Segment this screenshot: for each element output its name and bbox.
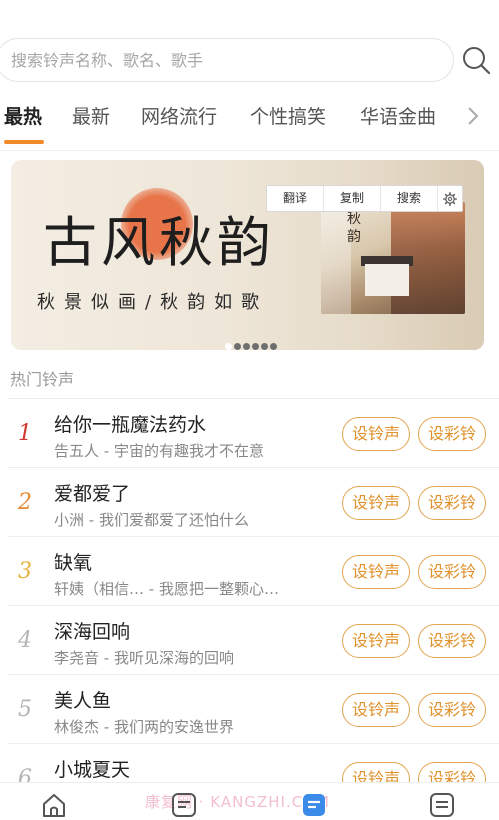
selection-toolbar: 翻译 复制 搜索 (266, 185, 463, 212)
rank-number: 5 (18, 697, 32, 722)
song-artist-lyric: 林俊杰 - 我们两的安逸世界 (54, 718, 234, 736)
song-title: 给你一瓶魔法药水 (54, 414, 207, 436)
search-button[interactable]: 搜索 (381, 186, 438, 211)
set-ringtone-button[interactable]: 设铃声 (342, 624, 410, 658)
carousel-dot[interactable] (225, 343, 232, 350)
document-icon[interactable] (428, 791, 456, 819)
active-tab-indicator (4, 140, 44, 144)
rank-number: 2 (18, 490, 32, 515)
tabs-divider (0, 150, 499, 151)
carousel-dot[interactable] (270, 343, 277, 350)
song-title: 小城夏天 (54, 759, 131, 781)
song-title: 美人鱼 (54, 690, 112, 712)
section-title: 热门铃声 (10, 370, 75, 389)
carousel-indicator (225, 335, 279, 350)
list-item[interactable]: 2 爱都爱了 小洲 - 我们爱都爱了还怕什么 设铃声 设彩铃 (8, 467, 499, 536)
category-tabs: 最热 最新 网络流行 个性搞笑 华语金曲 (0, 96, 499, 144)
list-item[interactable]: 3 缺氧 轩姨（相信… - 我愿把一整颗心… 设铃声 设彩铃 (8, 536, 499, 605)
search-box[interactable] (0, 38, 454, 82)
set-ringtone-button[interactable]: 设铃声 (342, 417, 410, 451)
song-artist-lyric: 小洲 - 我们爱都爱了还怕什么 (54, 511, 249, 529)
ringtone-icon[interactable] (300, 791, 328, 819)
rank-number: 3 (18, 559, 32, 584)
tab-hottest[interactable]: 最热 (4, 102, 42, 129)
carousel-dot[interactable] (243, 343, 250, 350)
list-item[interactable]: 4 深海回响 李尧音 - 我听见深海的回响 设铃声 设彩铃 (8, 605, 499, 674)
tab-newest[interactable]: 最新 (72, 102, 110, 129)
set-crbt-button[interactable]: 设彩铃 (418, 417, 486, 451)
song-title: 爱都爱了 (54, 483, 131, 505)
list-item[interactable]: 1 给你一瓶魔法药水 告五人 - 宇宙的有趣我才不在意 设铃声 设彩铃 (8, 398, 499, 467)
song-artist-lyric: 李尧音 - 我听见深海的回响 (54, 649, 234, 667)
song-artist-lyric: 告五人 - 宇宙的有趣我才不在意 (54, 442, 264, 460)
banner-subtitle: 秋景似画/秋韵如歌 (37, 292, 269, 313)
copy-button[interactable]: 复制 (324, 186, 381, 211)
carousel-dot[interactable] (234, 343, 241, 350)
chevron-right-icon[interactable] (465, 106, 481, 126)
translate-button[interactable]: 翻译 (267, 186, 324, 211)
tab-funny[interactable]: 个性搞笑 (250, 102, 326, 129)
banner-title: 古风秋韵 (43, 211, 275, 274)
album-house-decoration (365, 264, 409, 296)
home-icon[interactable] (40, 791, 68, 819)
search-row (0, 38, 499, 82)
album-cover-text: 秋韵 (347, 211, 361, 245)
song-title: 深海回响 (54, 621, 131, 643)
list-icon[interactable] (170, 791, 198, 819)
set-crbt-button[interactable]: 设彩铃 (418, 486, 486, 520)
set-crbt-button[interactable]: 设彩铃 (418, 555, 486, 589)
set-crbt-button[interactable]: 设彩铃 (418, 693, 486, 727)
toolbar-settings[interactable] (438, 186, 462, 211)
rank-number: 4 (18, 628, 32, 653)
search-icon[interactable] (460, 44, 492, 76)
bottom-nav: 康复网 · KANGZHI.COM (0, 782, 499, 820)
song-title: 缺氧 (54, 552, 93, 574)
album-cover-image: 秋韵 (321, 202, 465, 314)
carousel-dot[interactable] (261, 343, 268, 350)
tab-internet-popular[interactable]: 网络流行 (141, 102, 217, 129)
tab-chinese-classics[interactable]: 华语金曲 (360, 102, 436, 129)
search-input[interactable] (11, 39, 431, 81)
set-crbt-button[interactable]: 设彩铃 (418, 624, 486, 658)
carousel-dot[interactable] (252, 343, 259, 350)
rank-number: 1 (18, 421, 32, 446)
set-ringtone-button[interactable]: 设铃声 (342, 486, 410, 520)
set-ringtone-button[interactable]: 设铃声 (342, 555, 410, 589)
list-item[interactable]: 5 美人鱼 林俊杰 - 我们两的安逸世界 设铃声 设彩铃 (8, 674, 499, 743)
set-ringtone-button[interactable]: 设铃声 (342, 693, 410, 727)
song-artist-lyric: 轩姨（相信… - 我愿把一整颗心… (54, 580, 279, 598)
gear-icon (443, 192, 457, 206)
